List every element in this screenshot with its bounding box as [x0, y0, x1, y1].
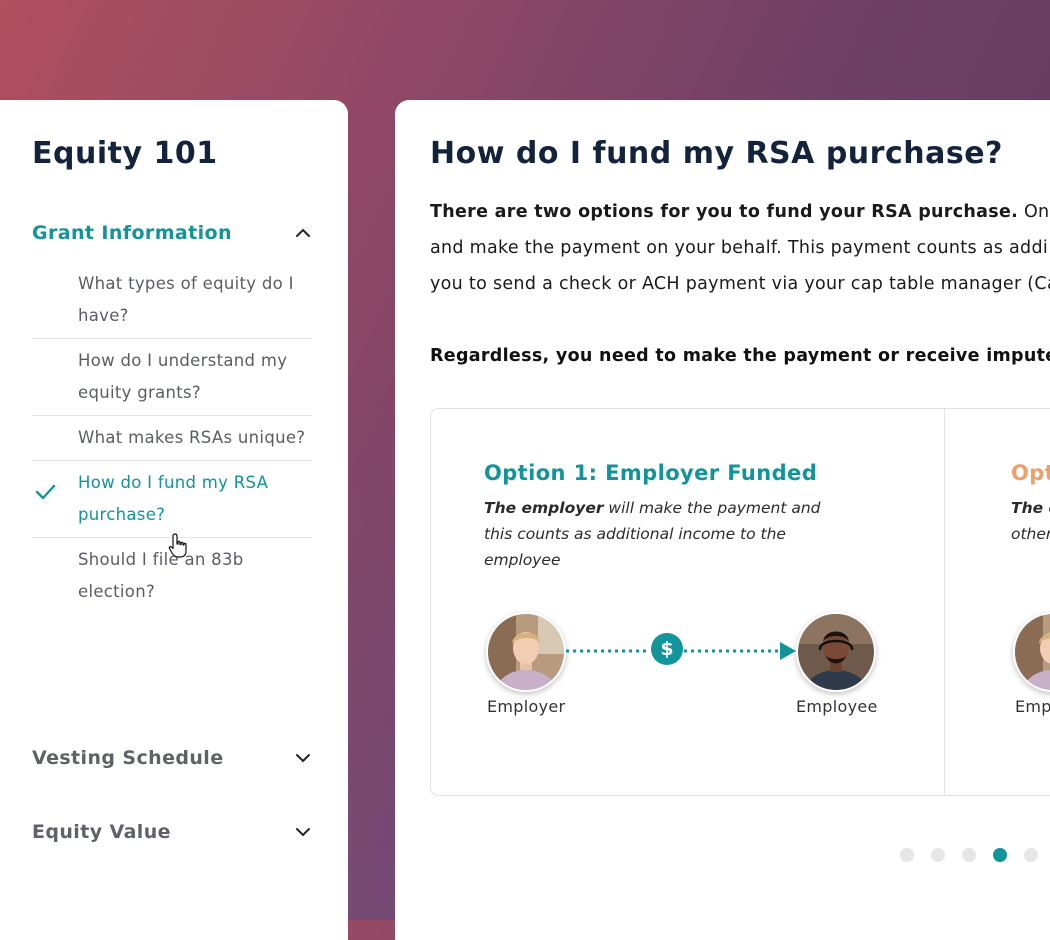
option2-employer-label: Emp: [1015, 697, 1050, 716]
option2-employer-avatar: [1013, 612, 1050, 692]
section-label: Vesting Schedule: [32, 747, 224, 769]
list-item-rsa-unique[interactable]: What makes RSAs unique?: [32, 416, 312, 461]
section-vesting-schedule[interactable]: Vesting Schedule: [32, 743, 312, 773]
item-label: How do I understand my equity grants?: [78, 351, 288, 402]
section-label: Equity Value: [32, 821, 171, 843]
intro-line2: and make the payment on your behalf. Thi…: [430, 238, 1049, 258]
employer-avatar: [486, 612, 566, 692]
checkmark-icon: [35, 484, 56, 500]
intro-line1-rest: One opti: [1023, 202, 1050, 222]
list-item-fund-rsa[interactable]: How do I fund my RSA purchase?: [32, 461, 312, 538]
chevron-down-icon: [296, 754, 310, 763]
main-panel: How do I fund my RSA purchase? There are…: [395, 100, 1050, 940]
intro-paragraph: There are two options for you to fund yo…: [430, 194, 1050, 302]
sidebar-title: Equity 101: [32, 136, 218, 171]
sidebar: Equity 101 Grant Information What types …: [0, 100, 348, 940]
section-label: Grant Information: [32, 222, 232, 244]
item-label: What makes RSAs unique?: [78, 428, 306, 447]
list-item-equity-types[interactable]: What types of equity do I have?: [32, 262, 312, 339]
section-grant-information[interactable]: Grant Information: [32, 218, 312, 248]
pagination-dot[interactable]: [1024, 848, 1038, 862]
section-items-list: What types of equity do I have? How do I…: [32, 262, 312, 614]
employer-label: Employer: [487, 697, 566, 716]
summary-paragraph: Regardless, you need to make the payment…: [430, 346, 1050, 366]
list-item-understand-grants[interactable]: How do I understand my equity grants?: [32, 339, 312, 416]
employee-avatar: [796, 612, 876, 692]
carousel-pagination: [900, 848, 1038, 862]
pagination-dot[interactable]: [900, 848, 914, 862]
option2-desc-bold: The e: [1011, 499, 1050, 517]
option2-title: Opt: [1011, 461, 1050, 485]
option1-desc-bold: The employer: [484, 499, 604, 517]
page-title: How do I fund my RSA purchase?: [430, 136, 1003, 171]
item-label: What types of equity do I have?: [78, 274, 294, 325]
option2-desc-line2: other: [1011, 525, 1050, 543]
section-equity-value[interactable]: Equity Value: [32, 817, 312, 847]
hand-pointer-cursor-icon: [168, 533, 187, 558]
payment-flow-arrow: [566, 642, 796, 660]
card-divider: [944, 409, 945, 795]
intro-lead: There are two options for you to fund yo…: [430, 202, 1019, 222]
intro-line3: you to send a check or ACH payment via y…: [430, 274, 1050, 294]
pagination-dot[interactable]: [962, 848, 976, 862]
employee-label: Employee: [796, 697, 878, 716]
option1-title: Option 1: Employer Funded: [484, 461, 818, 485]
item-label: Should I file an 83b election?: [78, 550, 244, 601]
option1-description: The employer will make the payment and t…: [484, 495, 844, 573]
chevron-up-icon: [296, 228, 310, 237]
pagination-dot-active[interactable]: [993, 848, 1007, 862]
chevron-down-icon: [296, 828, 310, 837]
item-label: How do I fund my RSA purchase?: [78, 473, 269, 524]
dollar-icon: $: [651, 633, 683, 665]
option2-description: The e other: [1011, 495, 1050, 547]
pagination-dot[interactable]: [931, 848, 945, 862]
options-card: Option 1: Employer Funded The employer w…: [430, 408, 1050, 796]
